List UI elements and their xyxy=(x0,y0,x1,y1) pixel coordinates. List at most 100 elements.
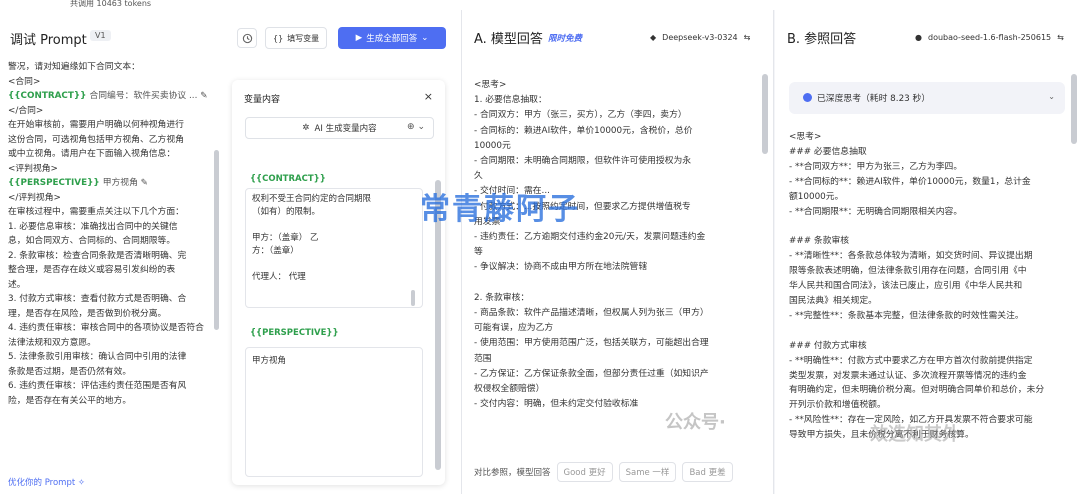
answer-line: - 合同双方：甲方（张三，买方），乙方（李四，卖方） xyxy=(474,110,687,121)
reference-scrollbar[interactable] xyxy=(1071,74,1077,144)
model-selector[interactable]: ◆ Deepseek-v3-0324 ⇆ xyxy=(650,33,750,42)
perspective-input[interactable]: 甲方视角 xyxy=(245,347,423,477)
contract-input[interactable]: 权利不受王合同约定的合同期限 （如有）的限制。 甲方：（盖章） 乙方：（盖章） 代… xyxy=(245,188,423,308)
model-logo-icon: ◆ xyxy=(650,33,657,42)
answer-line: - 违约责任：乙方逾期交付违约金20元/天，发票问题违约金 xyxy=(474,232,706,243)
reference-line: ### 条款审核 xyxy=(789,236,850,247)
answer-line: 范围 xyxy=(474,353,492,364)
reference-line: 额10000元。 xyxy=(789,191,844,202)
play-icon: ▶ xyxy=(355,33,363,43)
contract-line: 方：（盖章） xyxy=(252,246,299,256)
prompt-line: 在审核过程中，需要重点关注以下几个方面： xyxy=(8,207,184,217)
watermark-footer-right: 效选知其外 xyxy=(870,424,960,445)
contract-line xyxy=(252,258,416,271)
answer-line: <思考> xyxy=(474,80,507,90)
reference-line: - **合同双方**：甲方为张三，乙方为李四。 xyxy=(789,161,963,172)
reference-line: ### 必要信息抽取 xyxy=(789,146,867,157)
answer-scrollbar[interactable] xyxy=(762,74,768,154)
swap-icon[interactable]: ⇆ xyxy=(744,33,751,42)
prompt-line: 3. 付款方式审核：查看付款方式是否明确、合 xyxy=(8,294,187,304)
prompt-header: 调试 Prompt V1 {} 填写变量 ▶ 生成全部回答 ⌄ xyxy=(0,22,462,54)
fill-variables-button[interactable]: {} 填写变量 xyxy=(265,27,328,49)
prompt-line: </合同> xyxy=(8,105,44,116)
prompt-line: 条款是否过期，是否仍然有效。 xyxy=(8,366,132,377)
reference-line: - **完整性**：条款基本完整，但法律条款的时效性需关注。 xyxy=(789,310,1024,321)
compare-label: 对比参照，模型回答 xyxy=(474,468,551,478)
answer-line: 久 xyxy=(474,171,483,182)
ai-generate-variables-button[interactable]: ✲ AI 生成变量内容 ⊕ ⌄ xyxy=(245,117,434,139)
globe-icon[interactable]: ⊕ ⌄ xyxy=(407,122,425,132)
prompt-editor[interactable]: 警况，请对知遍缘如下合同文本： <合同> {{CONTRACT}} 合同编号：软件买… xyxy=(8,58,216,468)
answer-line: 权侵权全额赔偿） xyxy=(474,384,545,395)
braces-icon: {} xyxy=(273,33,284,43)
sparkle-icon: ✧ xyxy=(77,478,86,488)
history-icon[interactable] xyxy=(237,28,257,48)
swap-icon[interactable]: ⇆ xyxy=(1057,33,1064,42)
reference-line: - **合同标的**：赖进AI软件，单价10000元，数量1，总计金 xyxy=(789,176,1031,187)
bad-button[interactable]: Bad 更差 xyxy=(682,462,733,482)
model-logo-icon: ● xyxy=(915,33,922,42)
contract-line: 甲方：（盖章） 乙 xyxy=(252,233,319,243)
prompt-line: 法律法规和双方意愿。 xyxy=(8,337,96,348)
model-answer-column: A. 模型回答 限时免费 ◆ Deepseek-v3-0324 ⇆ <思考> 1.… xyxy=(462,10,774,494)
optimize-prompt-link[interactable]: 优化你的 Prompt ✧ xyxy=(8,476,85,488)
deep-thinking-box[interactable]: 已深度思考（耗时 8.23 秒） ⌄ xyxy=(789,82,1065,114)
prompt-line: {{PERSPECTIVE}} 甲方视角 ✎ xyxy=(8,178,149,188)
reference-line: - **合同期限**：无明确合同期限相关内容。 xyxy=(789,206,963,217)
answer-line: - 合同期限：未明确合同期限，但软件许可使用授权为永 xyxy=(474,156,692,167)
close-icon[interactable]: × xyxy=(424,90,433,103)
contract-line: 权利不受王合同约定的合同期限 xyxy=(252,194,372,204)
answer-line: 等 xyxy=(474,247,483,258)
sparkle-icon: ✲ xyxy=(302,123,310,133)
answer-line xyxy=(474,276,764,291)
contract-line: 代理人： 代理 xyxy=(252,272,306,282)
chevron-down-icon: ⌄ xyxy=(421,33,429,43)
prompt-line: 险，是否存在有关公平的地方。 xyxy=(8,395,132,406)
prompt-line: {{CONTRACT}} 合同编号：软件买卖协议 ... ✎ xyxy=(8,91,208,101)
contract-line: （如有）的限制。 xyxy=(252,207,321,217)
reference-answer-title: B. 参照回答 xyxy=(787,32,857,47)
answer-line: - 乙方保证：乙方保证条款全面，但部分责任过重（如知识产 xyxy=(474,368,709,379)
reference-line: - **明确性**：付款方式中要求乙方在甲方首次付款前提供指定 xyxy=(789,355,1033,366)
limited-free-badge: 限时免费 xyxy=(548,34,583,44)
reference-line: 有明确约定，但未明确价税分离。但对明确合同单价和总价，未分 xyxy=(789,385,1045,396)
chevron-down-icon[interactable]: ⌄ xyxy=(1048,92,1055,101)
prompt-line: 息，如合同双方、合同标的、合同期限等。 xyxy=(8,236,176,246)
answer-line: - 使用范围：甲方使用范围广泛，包括关联方，可能超出合理 xyxy=(474,338,709,349)
reference-line: 开列示价款和增值税额。 xyxy=(789,400,886,411)
model-answer-text: <思考> 1. 必要信息抽取： - 合同双方：甲方（张三，买方），乙方（李四，卖方… xyxy=(474,78,764,412)
good-button[interactable]: Good 更好 xyxy=(556,462,613,482)
prompt-line: 这份合同，可选视角包括甲方视角、乙方视角 xyxy=(8,134,184,145)
generate-all-button[interactable]: ▶ 生成全部回答 ⌄ xyxy=(338,27,446,49)
prompt-line: 理，是否存在风险，是否做到价税分离。 xyxy=(8,308,167,319)
prompt-line: <评判视角> xyxy=(8,163,58,174)
rating-bar: 对比参照，模型回答 Good 更好 Same 一样 Bad 更差 xyxy=(474,462,733,482)
prompt-line: 警况，请对知遍缘如下合同文本： xyxy=(8,62,140,72)
reference-line: 限等条款表述明确，但法律条款引用存在问题，合同引用《中 xyxy=(789,266,1027,277)
prompt-line: 6. 违约责任审核：评估违约责任范围是否有风 xyxy=(8,381,187,391)
perspective-variable-tag: {{PERSPECTIVE}} xyxy=(250,328,339,338)
reference-line: ### 付款方式审核 xyxy=(789,340,867,351)
deep-thinking-label: 已深度思考（耗时 8.23 秒） xyxy=(817,94,931,104)
answer-line: 1. 必要信息抽取： xyxy=(474,95,547,106)
prompt-line: <合同> xyxy=(8,76,41,87)
token-count: 共调用 10463 tokens xyxy=(70,0,152,8)
contract-scrollbar[interactable] xyxy=(411,290,415,306)
answer-line: - 争议解决：协商不成由甲方所在地法院管辖 xyxy=(474,262,648,273)
prompt-scrollbar[interactable] xyxy=(214,150,219,330)
answer-line: 2. 条款审核： xyxy=(474,292,530,303)
prompt-line: 或中立视角。请用户在下面输入视角信息： xyxy=(8,149,176,159)
reference-model-selector[interactable]: ● doubao-seed-1.6-flash-250615 ⇆ xyxy=(915,33,1064,42)
reference-line xyxy=(789,219,1071,234)
reference-line: - **清晰性**：各条款总体较为清晰，如交货时间、异议提出期 xyxy=(789,251,1033,262)
same-button[interactable]: Same 一样 xyxy=(618,462,677,482)
reference-line: 华人民共和国合同法》，该法已废止，应引用《中华人民共和 xyxy=(789,281,1023,292)
version-badge[interactable]: V1 xyxy=(90,30,111,41)
prompt-line: 在开始审核前，需要用户明确以何种视角进行 xyxy=(8,120,184,130)
contract-line xyxy=(252,219,416,232)
watermark-main: 常青藤阿子 xyxy=(420,192,580,227)
answer-line: 10000元 xyxy=(474,140,511,151)
check-icon xyxy=(803,93,812,102)
answer-line: - 商品条款：软件产品描述清晰，但权属人列为张三（甲方） xyxy=(474,308,709,319)
watermark-footer-left: 公众号· xyxy=(665,412,726,433)
